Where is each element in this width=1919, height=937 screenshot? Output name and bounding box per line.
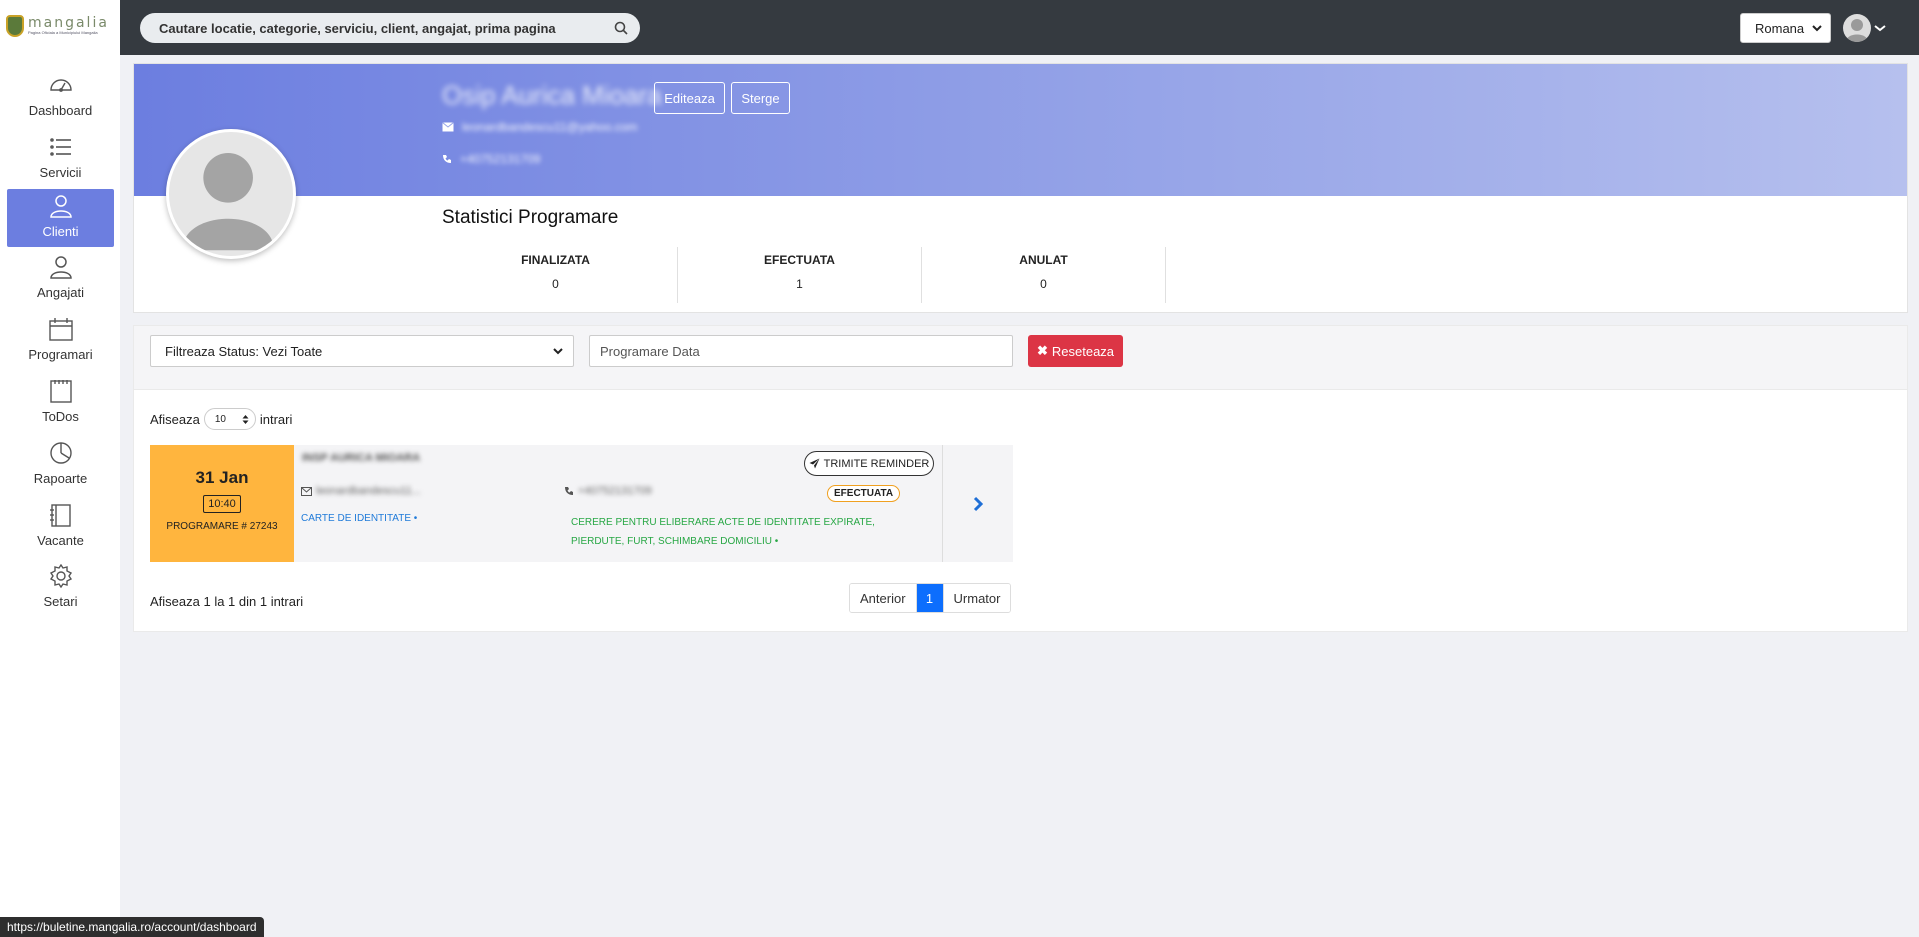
date-filter-input[interactable] [589, 335, 1013, 367]
sidebar-item-clienti[interactable]: Clienti [7, 189, 114, 247]
appointment-number: PROGRAMARE # 27243 [166, 521, 278, 532]
top-bar: Romana [120, 0, 1919, 55]
appointment-item[interactable]: 31 Jan 10:40 PROGRAMARE # 27243 INSP AUR… [150, 445, 1013, 562]
search-icon[interactable] [614, 21, 628, 35]
sort-icon [242, 414, 249, 424]
sidebar-item-label: Angajati [37, 285, 84, 300]
language-select[interactable]: Romana [1740, 13, 1831, 43]
user-icon [49, 195, 72, 218]
crest-icon [6, 15, 24, 37]
sidebar-item-label: ToDos [42, 409, 79, 424]
phone-icon [565, 487, 573, 495]
sidebar: mangalia Pagina Oficiala a Municipiului … [0, 0, 120, 937]
sidebar-item-label: Programari [28, 347, 93, 362]
stat-finalizata: FINALIZATA 0 [434, 247, 678, 303]
appointment-client-name: INSP AURICA MIOARA [302, 452, 421, 464]
send-reminder-button[interactable]: TRIMITE REMINDER [804, 451, 934, 476]
pie-chart-icon [49, 442, 72, 464]
stat-anulat: ANULAT 0 [922, 247, 1166, 303]
book-icon [49, 504, 71, 527]
previous-page-button[interactable]: Anterior [850, 584, 917, 612]
avatar [1843, 14, 1871, 42]
gear-icon [49, 564, 72, 588]
delete-button[interactable]: Sterge [731, 82, 790, 114]
sidebar-item-angajati[interactable]: Angajati [7, 250, 114, 308]
open-appointment-button[interactable] [942, 445, 1013, 562]
phone-icon [443, 155, 451, 163]
notepad-icon [49, 380, 72, 403]
list-icon [49, 138, 71, 156]
appointments-list: Afiseaza 10 intrari 31 Jan 10:40 PROGRAM… [133, 389, 1908, 632]
status-bar-url: https://buletine.mangalia.ro/account/das… [0, 917, 264, 937]
sidebar-item-label: Rapoarte [33, 471, 88, 486]
entries-control: Afiseaza 10 intrari [150, 408, 292, 430]
appointment-service: CARTE DE IDENTITATE • [301, 513, 418, 524]
user-menu[interactable] [1843, 13, 1889, 43]
paper-plane-icon [809, 458, 820, 469]
profile-card: Osip Aurica Mioara Editeaza Sterge leona… [133, 63, 1908, 313]
sidebar-item-label: Vacante [37, 533, 84, 548]
sidebar-item-label: Clienti [42, 224, 79, 239]
page-1-button[interactable]: 1 [916, 584, 944, 612]
close-icon: ✖ [1036, 343, 1048, 358]
status-filter-select[interactable]: Filtreaza Status: Vezi Toate [150, 335, 574, 367]
appointment-description: CERERE PENTRU ELIBERARE ACTE DE IDENTITA… [571, 517, 875, 547]
sidebar-item-label: Servicii [39, 165, 82, 180]
dashboard-icon [49, 79, 72, 92]
user-icon [49, 256, 72, 279]
reset-button[interactable]: ✖ Reseteaza [1028, 335, 1123, 367]
appointment-phone: +40752131709 [564, 485, 652, 497]
profile-banner [134, 64, 1907, 196]
reset-label: Reseteaza [1051, 343, 1115, 359]
profile-avatar [166, 129, 296, 259]
profile-phone: +40752131709 [442, 152, 540, 166]
language-value: Romana [1755, 20, 1805, 36]
appointment-email: leonardbandescu11... [301, 485, 421, 497]
stats-title: Statistici Programare [442, 207, 619, 228]
envelope-icon [442, 122, 454, 132]
appointment-day: 31 Jan [195, 468, 249, 487]
sidebar-item-setari[interactable]: Setari [7, 559, 114, 617]
search-input[interactable] [159, 20, 614, 36]
sidebar-item-todos[interactable]: ToDos [7, 374, 114, 432]
calendar-icon [48, 318, 73, 341]
profile-email: leonardbandescu11@yahoo.com [442, 120, 637, 134]
sidebar-item-label: Dashboard [28, 103, 93, 118]
stat-efectuata: EFECTUATA 1 [678, 247, 922, 303]
app-logo[interactable]: mangalia Pagina Oficiala a Municipiului … [6, 12, 116, 40]
profile-name: Osip Aurica Mioara [442, 80, 662, 110]
sidebar-item-programari[interactable]: Programari [7, 312, 114, 370]
status-badge: EFECTUATA [827, 485, 901, 502]
logo-subtitle: Pagina Oficiala a Municipiului Mangalia [28, 30, 98, 35]
search-bar[interactable] [140, 13, 640, 43]
sidebar-item-dashboard[interactable]: Dashboard [7, 68, 114, 126]
appointment-time: 10:40 [203, 495, 241, 513]
sidebar-item-rapoarte[interactable]: Rapoarte [7, 436, 114, 494]
filter-bar: Filtreaza Status: Vezi Toate ✖ Reseteaza [133, 325, 1908, 389]
logo-name: mangalia [28, 15, 109, 31]
chevron-right-icon [973, 496, 984, 511]
entries-select[interactable]: 10 [203, 408, 256, 430]
edit-button[interactable]: Editeaza [654, 82, 725, 114]
chevron-down-icon [1812, 25, 1822, 32]
chevron-down-icon [1874, 25, 1886, 32]
envelope-icon [301, 486, 312, 496]
entries-info: Afiseaza 1 la 1 din 1 intrari [150, 594, 304, 609]
appointment-date-block: 31 Jan 10:40 PROGRAMARE # 27243 [150, 445, 294, 562]
status-filter-value: Filtreaza Status: Vezi Toate [165, 343, 323, 359]
sidebar-item-vacante[interactable]: Vacante [7, 498, 114, 556]
chevron-down-icon [553, 348, 563, 355]
pagination: Anterior 1 Urmator [849, 583, 1012, 613]
sidebar-item-label: Setari [43, 594, 78, 609]
next-page-button[interactable]: Urmator [943, 584, 1011, 612]
sidebar-item-servicii[interactable]: Servicii [7, 130, 114, 188]
